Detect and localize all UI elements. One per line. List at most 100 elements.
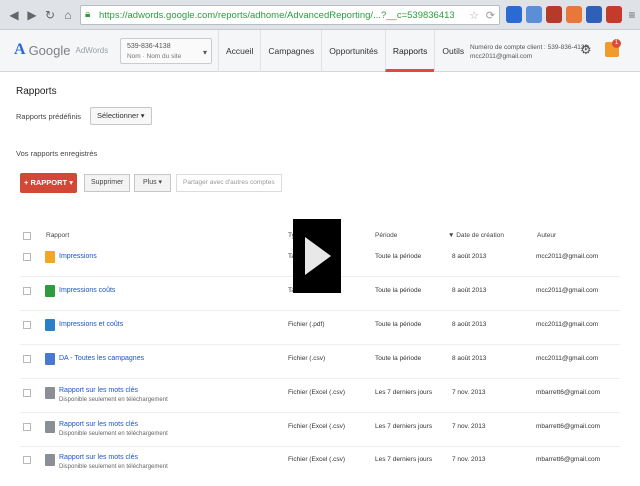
report-created: 8 août 2013 [452, 321, 487, 328]
row-divider [20, 310, 620, 311]
saved-reports-label: Vos rapports enregistrés [16, 149, 98, 158]
account-name: Nom · Nom du site [127, 53, 182, 60]
extension-icon[interactable] [506, 6, 522, 23]
share-button[interactable]: Partager avec d'autres comptes [176, 174, 282, 192]
tab-accueil[interactable]: Accueil [218, 30, 260, 72]
user-info[interactable]: Numéro de compte client : 539-836-4138 m… [470, 43, 588, 61]
report-period: Toute la période [375, 355, 422, 362]
reload-icon[interactable]: ↻ [42, 7, 58, 23]
logo-text: Google [28, 42, 71, 58]
back-arrow-icon[interactable]: ◀ [6, 7, 22, 23]
forward-arrow-icon[interactable]: ▶ [24, 7, 40, 23]
extension-icon[interactable] [526, 6, 542, 23]
report-name-link[interactable]: DA - Toutes les campagnes [59, 355, 144, 362]
report-period: Toute la période [375, 253, 422, 260]
main-nav: Accueil Campagnes Opportunités Rapports … [218, 30, 471, 72]
report-name-link[interactable]: Impressions et coûts [59, 321, 123, 328]
row-checkbox[interactable] [23, 389, 31, 397]
report-note: Disponible seulement en téléchargement [59, 464, 168, 470]
header-report[interactable]: Rapport [46, 232, 69, 239]
header-period[interactable]: Période [375, 232, 397, 239]
report-author: mbarrett6@gmail.com [536, 456, 601, 463]
url-text: https://adwords.google.com/reports/adhom… [99, 10, 454, 21]
address-bar[interactable]: 🔒︎ https://adwords.google.com/reports/ad… [80, 5, 500, 25]
tab-campagnes[interactable]: Campagnes [260, 30, 321, 72]
row-checkbox[interactable] [23, 355, 31, 363]
account-id: 539-836-4138 [127, 43, 171, 50]
extension-icon[interactable] [566, 6, 582, 23]
report-period: Les 7 derniers jours [375, 456, 433, 463]
home-icon[interactable]: ⌂ [60, 7, 76, 23]
table-row[interactable]: DA - Toutes les campagnes Fichier (.csv)… [0, 351, 640, 385]
row-checkbox[interactable] [23, 253, 31, 261]
notifications-count: 1 [612, 39, 621, 48]
report-period: Toute la période [375, 287, 422, 294]
report-file-icon [45, 387, 55, 399]
report-period: Les 7 derniers jours [375, 389, 433, 396]
adwords-logo[interactable]: A Google AdWords [14, 41, 108, 59]
report-period: Toute la période [375, 321, 422, 328]
report-type: Fichier (Excel (.csv) [288, 423, 346, 430]
video-play-button[interactable] [293, 219, 341, 293]
page-action-icon[interactable]: ⟳ [486, 9, 495, 22]
gear-icon[interactable]: ⚙ [580, 42, 592, 58]
report-period: Les 7 derniers jours [375, 423, 433, 430]
extension-icon[interactable] [546, 6, 562, 23]
table-row[interactable]: Rapport sur les mots clés Disponible seu… [0, 452, 640, 486]
report-created: 7 nov. 2013 [452, 456, 486, 463]
report-file-icon [45, 421, 55, 433]
adwords-logo-icon: A [14, 41, 26, 58]
report-type: Fichier (.pdf) [288, 321, 325, 328]
tab-rapports[interactable]: Rapports [384, 30, 435, 72]
report-author: mcc2011@gmail.com [536, 287, 599, 294]
extension-icon[interactable] [586, 6, 602, 23]
browser-toolbar: ◀ ▶ ↻ ⌂ 🔒︎ https://adwords.google.com/re… [0, 0, 640, 30]
tab-opportunites[interactable]: Opportunités [321, 30, 385, 72]
tab-outils[interactable]: Outils [434, 30, 471, 72]
report-author: mbarrett6@gmail.com [536, 389, 601, 396]
row-checkbox[interactable] [23, 287, 31, 295]
report-name-link[interactable]: Impressions [59, 253, 97, 260]
row-checkbox[interactable] [23, 321, 31, 329]
report-created: 8 août 2013 [452, 355, 487, 362]
report-author: mcc2011@gmail.com [536, 321, 599, 328]
predefined-reports-select[interactable]: Sélectionner ▾ [90, 107, 152, 125]
report-name-link[interactable]: Rapport sur les mots clés [59, 387, 138, 394]
report-note: Disponible seulement en téléchargement [59, 397, 168, 403]
row-divider [20, 412, 620, 413]
report-name-link[interactable]: Rapport sur les mots clés [59, 421, 138, 428]
delete-button[interactable]: Supprimer [84, 174, 131, 192]
more-button[interactable]: Plus ▾ [134, 174, 172, 192]
app-header: A Google AdWords 539-836-4138 Nom · Nom … [0, 30, 640, 72]
extension-icon[interactable] [606, 6, 622, 23]
row-divider [20, 446, 620, 447]
report-created: 8 août 2013 [452, 287, 487, 294]
header-author[interactable]: Auteur [537, 232, 556, 239]
table-row[interactable]: Impressions et coûts Fichier (.pdf) Tout… [0, 317, 640, 351]
report-created: 8 août 2013 [452, 253, 487, 260]
row-checkbox[interactable] [23, 456, 31, 464]
customer-id: Numéro de compte client : 539-836-4138 [470, 44, 589, 51]
row-checkbox[interactable] [23, 423, 31, 431]
report-file-icon [45, 454, 55, 466]
menu-icon[interactable]: ≡ [624, 7, 640, 23]
header-created[interactable]: ▼ Date de création [448, 232, 504, 239]
row-divider [20, 344, 620, 345]
logo-subtitle: AdWords [75, 45, 109, 55]
bookmark-star-icon[interactable]: ☆ [469, 9, 479, 22]
report-type: Fichier (Excel (.csv) [288, 389, 346, 396]
report-name-link[interactable]: Rapport sur les mots clés [59, 454, 138, 461]
report-type: Fichier (.csv) [288, 355, 326, 362]
report-created: 7 nov. 2013 [452, 423, 486, 430]
lock-icon: 🔒︎ [85, 9, 91, 20]
report-note: Disponible seulement en téléchargement [59, 431, 168, 437]
account-selector[interactable]: 539-836-4138 Nom · Nom du site ▾ [120, 38, 212, 64]
select-all-checkbox[interactable] [23, 232, 31, 240]
table-row[interactable]: Rapport sur les mots clés Disponible seu… [0, 385, 640, 419]
report-name-link[interactable]: Impressions coûts [59, 287, 115, 294]
report-created: 7 nov. 2013 [452, 389, 486, 396]
report-author: mcc2011@gmail.com [536, 355, 599, 362]
report-file-icon [45, 319, 55, 331]
new-report-button[interactable]: + RAPPORT ▾ [20, 173, 77, 193]
table-row[interactable]: Rapport sur les mots clés Disponible seu… [0, 419, 640, 453]
